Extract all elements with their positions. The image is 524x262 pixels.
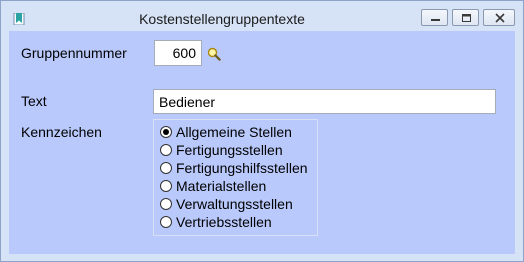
gruppennummer-input[interactable] (154, 40, 202, 66)
minimize-button[interactable] (421, 9, 448, 26)
radio-button[interactable] (160, 126, 172, 138)
maximize-button[interactable] (452, 9, 479, 26)
radio-label: Allgemeine Stellen (176, 124, 292, 140)
radio-button[interactable] (160, 180, 172, 192)
kennzeichen-radio-group: Allgemeine Stellen Fertigungsstellen Fer… (153, 119, 318, 236)
gruppennummer-label: Gruppennummer (21, 45, 127, 61)
text-label: Text (21, 93, 47, 109)
radio-button[interactable] (160, 162, 172, 174)
dialog-window: Kostenstellengruppentexte Gruppennummer … (0, 0, 524, 262)
radio-allgemeine-stellen[interactable]: Allgemeine Stellen (160, 123, 292, 141)
radio-label: Fertigungshilfsstellen (176, 160, 308, 176)
kennzeichen-label: Kennzeichen (21, 124, 102, 140)
radio-materialstellen[interactable]: Materialstellen (160, 177, 266, 195)
radio-fertigungshilfsstellen[interactable]: Fertigungshilfsstellen (160, 159, 308, 177)
radio-label: Verwaltungsstellen (176, 196, 293, 212)
radio-verwaltungsstellen[interactable]: Verwaltungsstellen (160, 195, 293, 213)
radio-label: Fertigungsstellen (176, 142, 283, 158)
radio-button[interactable] (160, 198, 172, 210)
window-title: Kostenstellengruppentexte (139, 11, 305, 27)
radio-label: Vertriebsstellen (176, 214, 272, 230)
text-input[interactable] (153, 89, 496, 114)
close-button[interactable] (483, 9, 515, 26)
radio-fertigungsstellen[interactable]: Fertigungsstellen (160, 141, 283, 159)
title-bar[interactable]: Kostenstellengruppentexte (1, 1, 523, 30)
magnifier-icon[interactable] (207, 47, 221, 61)
radio-label: Materialstellen (176, 178, 267, 194)
form-panel: Gruppennummer Text Kennzeichen Allgemein… (9, 31, 515, 254)
radio-button[interactable] (160, 216, 172, 228)
radio-button[interactable] (160, 144, 172, 156)
radio-vertriebsstellen[interactable]: Vertriebsstellen (160, 213, 272, 231)
